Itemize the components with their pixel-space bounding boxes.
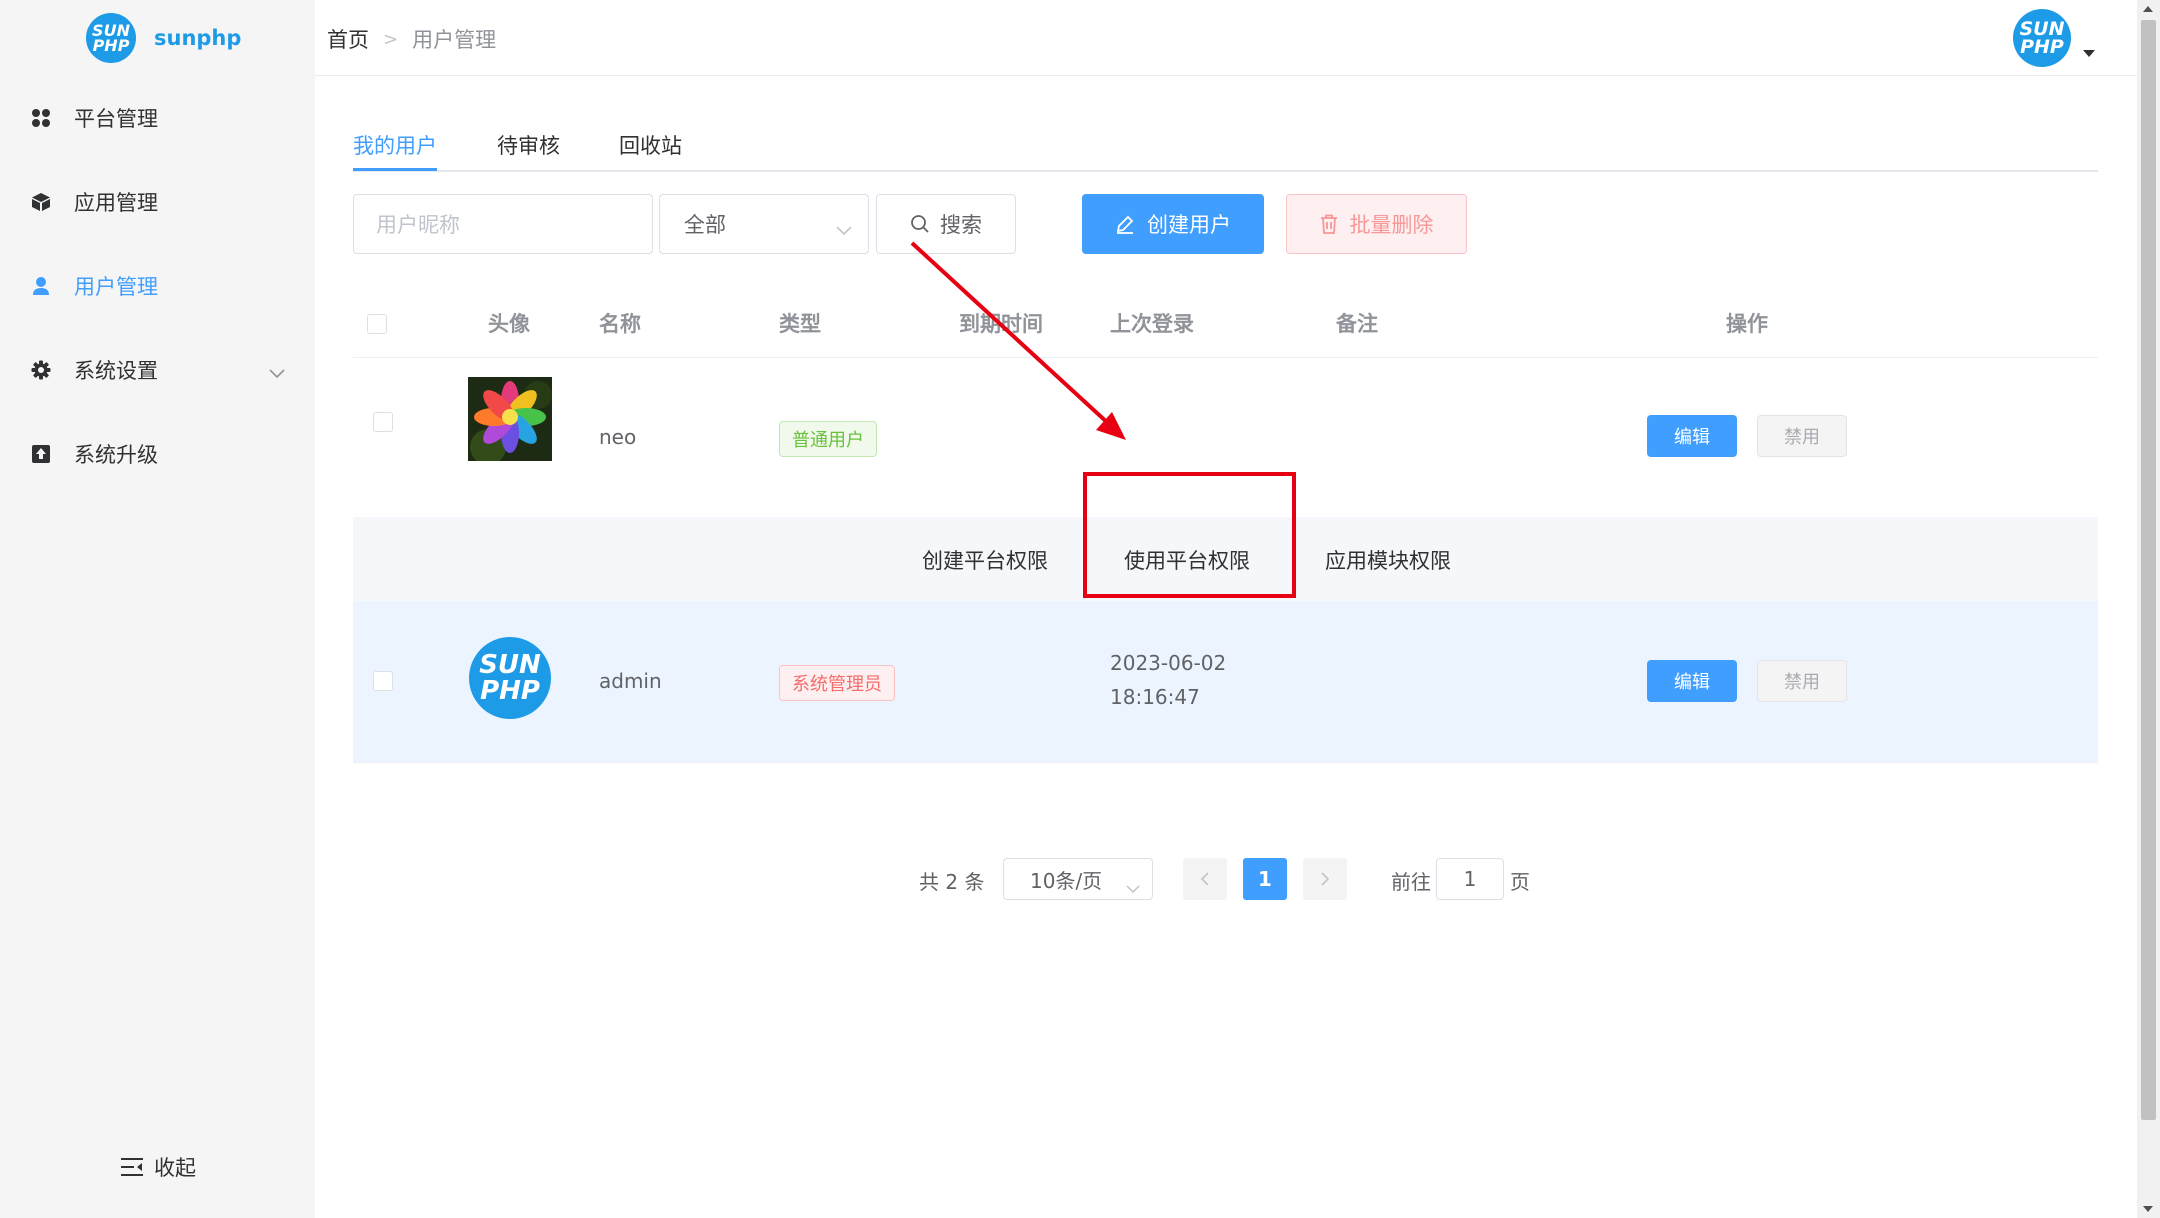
logo-badge: SUN PHP	[86, 13, 136, 63]
column-header-remark: 备注	[1336, 312, 1378, 336]
create-user-button[interactable]: 创建用户	[1082, 194, 1264, 254]
column-header-avatar: 头像	[488, 312, 530, 336]
sidebar-menu: 平台管理 应用管理 用户管理 系统设置 系统升级	[0, 76, 315, 496]
sidebar-item-label: 用户管理	[74, 275, 158, 299]
collapse-label: 收起	[154, 1156, 196, 1180]
select-value: 全部	[684, 213, 726, 237]
user-dropdown-caret-icon[interactable]	[2083, 50, 2095, 57]
table-row: SUN PHP admin 系统管理员 2023-06-02 18:16:47 编…	[353, 601, 2098, 763]
search-button[interactable]: 搜索	[876, 194, 1016, 254]
sidebar: SUN PHP sunphp 平台管理 应用管理 用户管理 系统设置 系统升级 …	[0, 0, 315, 1218]
row-checkbox[interactable]	[373, 412, 393, 432]
user-avatar[interactable]: SUN PHP	[2013, 9, 2071, 67]
user-name: neo	[599, 425, 637, 449]
apps-grid-icon	[30, 107, 52, 129]
user-name: admin	[599, 669, 662, 693]
page-suffix: 页	[1510, 870, 1530, 894]
disable-button[interactable]: 禁用	[1757, 660, 1847, 702]
user-type-tag: 系统管理员	[779, 665, 895, 701]
scroll-thumb[interactable]	[2141, 20, 2156, 1120]
disable-button[interactable]: 禁用	[1757, 415, 1847, 457]
app-name: sunphp	[154, 26, 242, 50]
tab-my-users[interactable]: 我的用户	[353, 130, 437, 160]
user-icon	[30, 275, 52, 297]
goto-page-input[interactable]: 1	[1436, 858, 1504, 900]
app-module-permission-link[interactable]: 应用模块权限	[1325, 545, 1451, 575]
row-checkbox[interactable]	[373, 671, 393, 691]
breadcrumb-current: 用户管理	[412, 28, 497, 52]
prev-page-button[interactable]	[1183, 858, 1227, 900]
page-size-select[interactable]: 10条/页	[1003, 858, 1153, 900]
collapse-button[interactable]: 收起	[120, 1152, 196, 1182]
gear-icon	[30, 359, 52, 381]
sidebar-item-label: 应用管理	[74, 191, 158, 215]
bulk-delete-label: 批量删除	[1349, 213, 1434, 237]
tab-pending[interactable]: 待审核	[497, 130, 560, 160]
bulk-delete-button[interactable]: 批量删除	[1286, 194, 1467, 254]
select-all-checkbox[interactable]	[367, 314, 387, 334]
sidebar-item-platform[interactable]: 平台管理	[0, 76, 315, 160]
breadcrumb: 首页 > 用户管理	[327, 24, 496, 54]
breadcrumb-separator-icon: >	[383, 28, 399, 50]
logo[interactable]: SUN PHP sunphp	[0, 0, 315, 76]
last-login-time: 18:16:47	[1110, 685, 1200, 709]
chevron-right-icon	[1321, 872, 1330, 886]
chevron-down-icon	[269, 360, 285, 384]
page-scrollbar[interactable]	[2137, 0, 2160, 1218]
sidebar-item-label: 系统升级	[74, 443, 158, 467]
edit-button[interactable]: 编辑	[1647, 660, 1737, 702]
avatar	[468, 377, 552, 461]
scroll-down-icon[interactable]	[2143, 1206, 2153, 1212]
annotation-highlight-box	[1083, 472, 1296, 598]
edit-pen-icon	[1116, 215, 1134, 234]
active-tab-indicator	[353, 168, 437, 171]
column-header-type: 类型	[779, 312, 821, 336]
column-header-expire: 到期时间	[959, 312, 1043, 336]
upload-icon	[30, 443, 52, 465]
create-user-label: 创建用户	[1147, 213, 1231, 237]
top-header: 首页 > 用户管理 SUN PHP	[315, 0, 2137, 76]
breadcrumb-home[interactable]: 首页	[327, 24, 369, 54]
sidebar-item-label: 系统设置	[74, 359, 158, 383]
tabs: 我的用户 待审核 回收站	[353, 124, 2098, 172]
edit-button[interactable]: 编辑	[1647, 415, 1737, 457]
create-platform-permission-link[interactable]: 创建平台权限	[922, 545, 1048, 575]
column-header-actions: 操作	[1726, 312, 1768, 336]
sidebar-item-settings[interactable]: 系统设置	[0, 328, 315, 412]
chevron-down-icon	[836, 217, 852, 241]
scroll-up-icon[interactable]	[2143, 6, 2153, 12]
sidebar-item-users[interactable]: 用户管理	[0, 244, 315, 328]
user-type-select[interactable]: 全部	[659, 194, 869, 254]
table-header: 头像 名称 类型 到期时间 上次登录 备注 操作	[353, 288, 2098, 358]
pagination-total: 共 2 条	[919, 870, 985, 894]
search-button-label: 搜索	[940, 213, 982, 237]
chevron-down-icon	[1126, 875, 1140, 899]
column-header-name: 名称	[599, 312, 641, 336]
user-type-tag: 普通用户	[779, 421, 877, 457]
page-size-value: 10条/页	[1030, 868, 1103, 893]
pagination: 共 2 条 10条/页 1 前往 1 页	[353, 858, 2098, 902]
sidebar-item-upgrade[interactable]: 系统升级	[0, 412, 315, 496]
cube-icon	[30, 191, 52, 213]
sidebar-item-apps[interactable]: 应用管理	[0, 160, 315, 244]
nickname-search-input[interactable]: 用户昵称	[353, 194, 653, 254]
trash-icon	[1320, 214, 1337, 234]
last-login-date: 2023-06-02	[1110, 651, 1227, 675]
sidebar-item-label: 平台管理	[74, 107, 158, 131]
collapse-menu-icon	[121, 1158, 143, 1176]
next-page-button[interactable]	[1303, 858, 1347, 900]
goto-label: 前往	[1391, 870, 1431, 894]
search-icon	[911, 215, 929, 233]
tab-recycle-bin[interactable]: 回收站	[619, 130, 682, 160]
avatar: SUN PHP	[469, 637, 551, 719]
column-header-last-login: 上次登录	[1110, 312, 1194, 336]
page-number-button[interactable]: 1	[1243, 858, 1287, 900]
chevron-left-icon	[1200, 872, 1209, 886]
